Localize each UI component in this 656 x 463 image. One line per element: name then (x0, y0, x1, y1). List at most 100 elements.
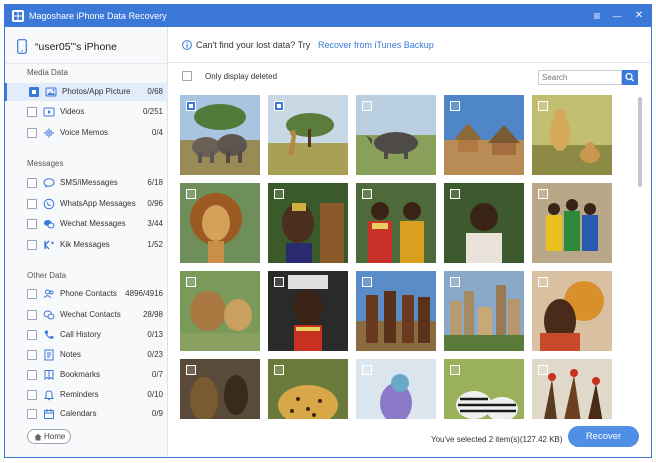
menu-icon[interactable]: ≡ (589, 8, 605, 24)
photo-thumbnail-rhinoceros[interactable] (356, 95, 436, 175)
photo-thumbnail-tribal-men[interactable] (356, 271, 436, 351)
sidebar-item-count: 0/13 (147, 330, 163, 339)
sidebar-item-count: 0/4 (151, 128, 163, 137)
sidebar-item-bookmarks[interactable]: Bookmarks 0/7 (5, 366, 168, 384)
photo-checkbox[interactable] (450, 277, 460, 287)
sidebar-item-voice-memos[interactable]: Voice Memos 0/4 (5, 124, 168, 142)
sidebar-item-label: Calendars (60, 409, 97, 418)
home-icon (34, 433, 42, 441)
recover-button[interactable]: Recover (568, 426, 639, 447)
checkbox[interactable] (27, 310, 37, 320)
photo-checkbox[interactable] (362, 101, 372, 111)
sidebar-item-count: 0/9 (151, 409, 163, 418)
video-icon (43, 107, 55, 117)
sidebar-item-label: Photos/App Picture (62, 87, 131, 96)
photo-checkbox[interactable] (362, 365, 372, 375)
photo-checkbox[interactable] (274, 365, 284, 375)
checkbox[interactable] (27, 219, 37, 229)
sidebar-item-wechat-contacts[interactable]: Wechat Contacts 28/98 (5, 306, 168, 324)
photo-checkbox[interactable] (186, 101, 196, 111)
photo-thumbnail-masks-crafts[interactable] (180, 359, 260, 419)
wechat-contacts-icon (43, 310, 55, 320)
checkbox[interactable] (27, 370, 37, 380)
home-button[interactable]: Home (27, 429, 71, 444)
minimize-button[interactable]: — (609, 8, 625, 24)
photo-checkbox[interactable] (274, 277, 284, 287)
checkbox[interactable] (29, 87, 39, 97)
photo-thumbnail-lilac-breasted-roller[interactable] (356, 359, 436, 419)
checkbox[interactable] (27, 107, 37, 117)
bookmark-icon (44, 370, 54, 380)
photo-thumbnail-village-huts[interactable] (444, 95, 524, 175)
photo-thumbnail-tribal-women[interactable] (356, 183, 436, 263)
checkbox[interactable] (27, 330, 37, 340)
sidebar-item-wechat[interactable]: Wechat Messages 3/44 (5, 215, 168, 233)
photo-checkbox[interactable] (450, 101, 460, 111)
search-icon (625, 72, 634, 82)
sidebar-item-call-history[interactable]: Call History 0/13 (5, 326, 168, 344)
sidebar-item-sms[interactable]: SMS/iMessages 6/18 (5, 174, 168, 192)
photo-checkbox[interactable] (538, 189, 548, 199)
photo-thumbnail-tribal-portrait[interactable] (268, 183, 348, 263)
itunes-backup-link[interactable]: Recover from iTunes Backup (318, 40, 434, 50)
sidebar-item-label: Notes (60, 350, 81, 359)
photo-thumbnail-elephants[interactable] (180, 95, 260, 175)
checkbox[interactable] (27, 199, 37, 209)
close-button[interactable]: ✕ (631, 8, 647, 24)
photo-checkbox[interactable] (274, 101, 284, 111)
sidebar-item-reminders[interactable]: Reminders 0/10 (5, 386, 168, 404)
sidebar-item-photos[interactable]: Photos/App Picture 0/68 (5, 83, 168, 101)
sidebar-item-phone-contacts[interactable]: Phone Contacts 4896/4916 (5, 285, 168, 303)
selection-status: You've selected 2 item(s)(127.42 KB) (431, 435, 563, 444)
photo-checkbox[interactable] (538, 277, 548, 287)
photo-checkbox[interactable] (362, 189, 372, 199)
sidebar-item-notes[interactable]: Notes 0/23 (5, 346, 168, 364)
photo-checkbox[interactable] (274, 189, 284, 199)
checkbox[interactable] (27, 390, 37, 400)
sidebar-item-label: Phone Contacts (60, 289, 117, 298)
photo-checkbox[interactable] (186, 189, 196, 199)
photo-thumbnail-painted-face[interactable] (268, 271, 348, 351)
photo-checkbox[interactable] (186, 277, 196, 287)
checkbox[interactable] (27, 289, 37, 299)
only-deleted-checkbox[interactable] (182, 71, 192, 81)
voice-memo-icon (44, 128, 54, 138)
search-input[interactable] (538, 70, 622, 85)
search-button[interactable] (622, 70, 638, 85)
photo-thumbnail-cheetahs[interactable] (532, 95, 612, 175)
photo-thumbnail-women-in-dresses[interactable] (532, 183, 612, 263)
sidebar-item-count: 4896/4916 (125, 289, 163, 298)
checkbox[interactable] (27, 178, 37, 188)
photo-thumbnail-lion[interactable] (180, 183, 260, 263)
photo-thumbnail-woman-with-gourd[interactable] (532, 271, 612, 351)
sidebar-item-label: Wechat Messages (60, 219, 126, 228)
contacts-icon (43, 289, 54, 299)
photo-thumbnail-leopard[interactable] (268, 359, 348, 419)
photo-checkbox[interactable] (362, 277, 372, 287)
photo-checkbox[interactable] (538, 101, 548, 111)
photo-thumbnail-child-portrait[interactable] (444, 183, 524, 263)
sidebar-item-videos[interactable]: Videos 0/251 (5, 103, 168, 121)
sidebar-item-label: WhatsApp Messages (60, 199, 136, 208)
checkbox[interactable] (27, 128, 37, 138)
photo-checkbox[interactable] (450, 189, 460, 199)
phone-icon (44, 330, 54, 339)
sidebar-item-whatsapp[interactable]: WhatsApp Messages 0/96 (5, 195, 168, 213)
photo-thumbnail-giraffe-savanna[interactable] (268, 95, 348, 175)
bell-icon (43, 390, 55, 401)
photo-checkbox[interactable] (538, 365, 548, 375)
sidebar-item-kik[interactable]: Kik Messages 1/52 (5, 236, 168, 254)
photo-checkbox[interactable] (186, 365, 196, 375)
photo-thumbnail-zebras[interactable] (444, 359, 524, 419)
app-logo-icon (12, 10, 24, 22)
checkbox[interactable] (27, 240, 37, 250)
sidebar-item-calendars[interactable]: Calendars 0/9 (5, 405, 168, 423)
photo-thumbnail-lion-pride[interactable] (180, 271, 260, 351)
grid-scrollbar[interactable] (638, 97, 642, 187)
photo-thumbnail-city-skyline[interactable] (444, 271, 524, 351)
checkbox[interactable] (27, 409, 37, 419)
photo-checkbox[interactable] (450, 365, 460, 375)
info-icon (182, 40, 192, 50)
checkbox[interactable] (27, 350, 37, 360)
photo-thumbnail-dancers[interactable] (532, 359, 612, 419)
